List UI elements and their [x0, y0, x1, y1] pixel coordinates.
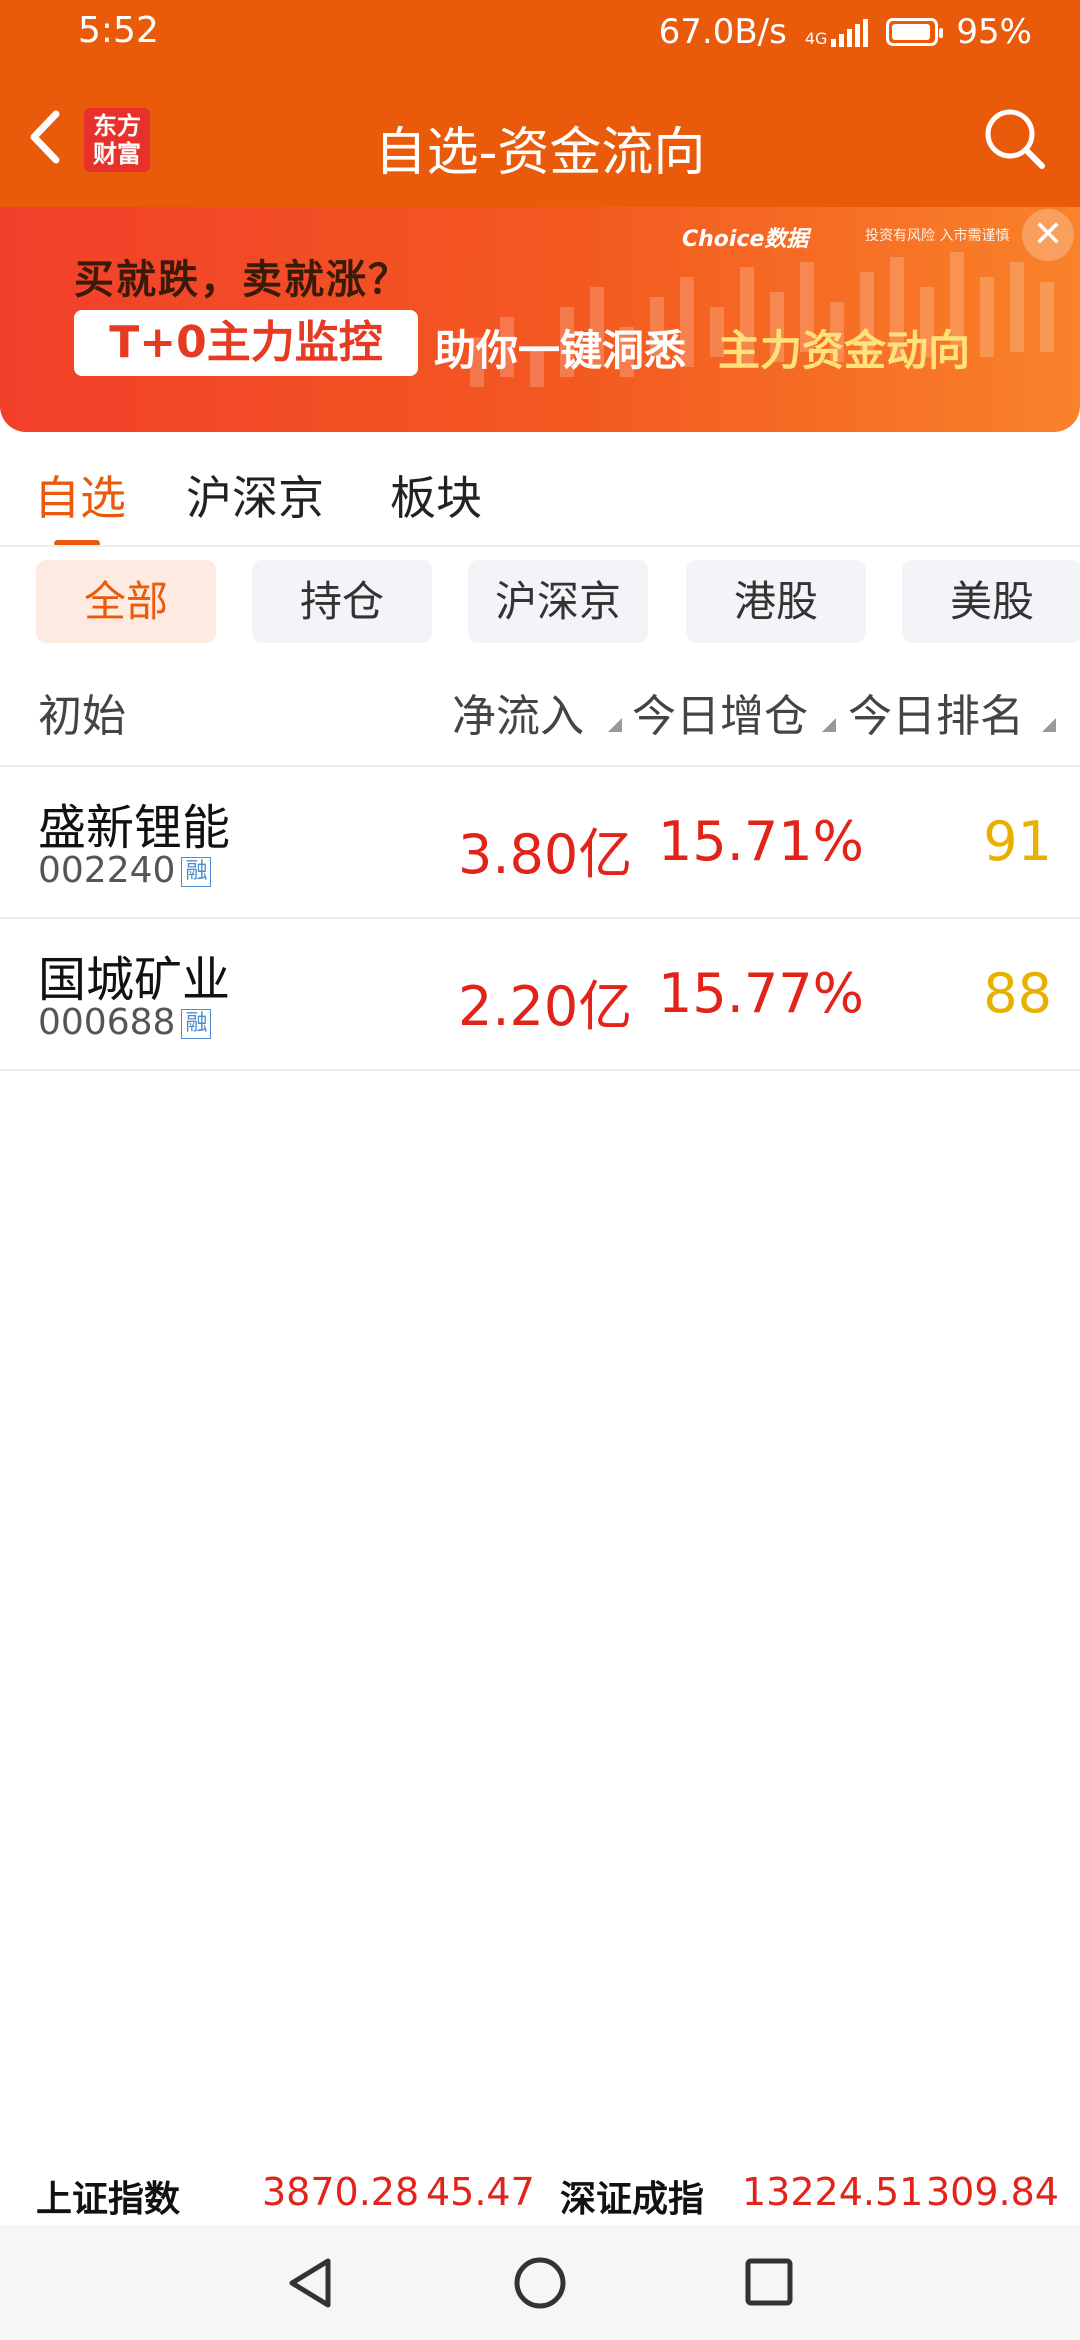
stock-name: 国城矿业	[38, 952, 231, 1008]
signal-icon: 4G	[805, 17, 869, 47]
tab-sector[interactable]: 板块	[390, 462, 482, 528]
chip-hs-market[interactable]: 沪深京	[468, 560, 648, 643]
rank-value: 88	[983, 962, 1052, 1025]
tab-divider	[0, 545, 1080, 547]
stock-name: 盛新锂能	[38, 800, 231, 856]
status-indicators: 67.0B/s 4G 95%	[659, 12, 1032, 52]
nav-recents-icon[interactable]	[744, 2257, 794, 2307]
banner-headline: 买就跌，卖就涨？	[74, 257, 410, 303]
banner-subtitle-highlight: 主力资金动向	[718, 326, 971, 375]
stock-code: 002240	[38, 850, 176, 891]
chip-us-stocks[interactable]: 美股	[902, 560, 1080, 643]
banner-subtitle: 助你一键洞悉	[434, 326, 687, 375]
system-nav-bar	[0, 2225, 1080, 2340]
stock-code-line: 000688 融	[38, 1002, 212, 1043]
page-title: 自选-资金流向	[374, 123, 706, 183]
chip-hk-stocks[interactable]: 港股	[686, 560, 866, 643]
column-header-net-inflow[interactable]: 净流入	[452, 680, 584, 744]
sh-index-value: 3870.28	[262, 2170, 420, 2214]
close-icon: ✕	[1032, 214, 1064, 255]
column-header-increase[interactable]: 今日增仓	[632, 680, 808, 744]
sz-index-label[interactable]: 深证成指	[560, 2170, 704, 2222]
sz-index-value: 13224.51	[742, 2170, 924, 2214]
risk-notice: 投资有风险 入市需谨慎	[865, 228, 1010, 244]
promo-banner[interactable]: Choice数据 投资有风险 入市需谨慎 ✕ 买就跌，卖就涨？ T+0主力监控 …	[0, 207, 1080, 432]
nav-home-icon[interactable]	[512, 2255, 568, 2311]
sz-index-change: 309.84	[926, 2170, 1059, 2214]
tab-watchlist[interactable]: 自选	[34, 462, 126, 528]
increase-value: 15.77%	[658, 962, 864, 1025]
margin-badge: 融	[181, 857, 212, 887]
sh-index-change: 45.47	[426, 2170, 535, 2214]
stock-code-line: 002240 融	[38, 850, 212, 891]
tab-hs-market[interactable]: 沪深京	[186, 462, 324, 528]
battery-level: 95%	[956, 12, 1032, 52]
choice-data-logo: Choice数据	[682, 227, 809, 252]
banner-close-button[interactable]: ✕	[1022, 209, 1074, 261]
sort-icon	[608, 718, 622, 732]
chip-all[interactable]: 全部	[36, 560, 216, 643]
search-icon	[985, 109, 1045, 169]
battery-icon	[886, 18, 944, 46]
chip-holdings[interactable]: 持仓	[252, 560, 432, 643]
stock-code: 000688	[38, 1002, 176, 1043]
row-divider	[0, 1069, 1080, 1071]
column-header-rank[interactable]: 今日排名	[848, 680, 1048, 744]
increase-value: 15.71%	[658, 810, 864, 873]
search-button[interactable]	[980, 104, 1050, 174]
status-time: 5:52	[78, 10, 159, 51]
sort-icon	[822, 718, 836, 732]
net-inflow-value: 2.20亿	[458, 975, 633, 1038]
column-header-name: 初始	[38, 691, 126, 742]
nav-back-icon[interactable]	[286, 2255, 334, 2311]
banner-pill: T+0主力监控	[74, 310, 418, 376]
margin-badge: 融	[181, 1009, 212, 1039]
signal-type: 4G	[804, 29, 828, 48]
rank-value: 91	[983, 810, 1052, 873]
net-speed: 67.0B/s	[658, 12, 787, 52]
net-inflow-value: 3.80亿	[458, 823, 633, 886]
sort-icon	[1042, 718, 1056, 732]
sh-index-label[interactable]: 上证指数	[36, 2170, 180, 2222]
